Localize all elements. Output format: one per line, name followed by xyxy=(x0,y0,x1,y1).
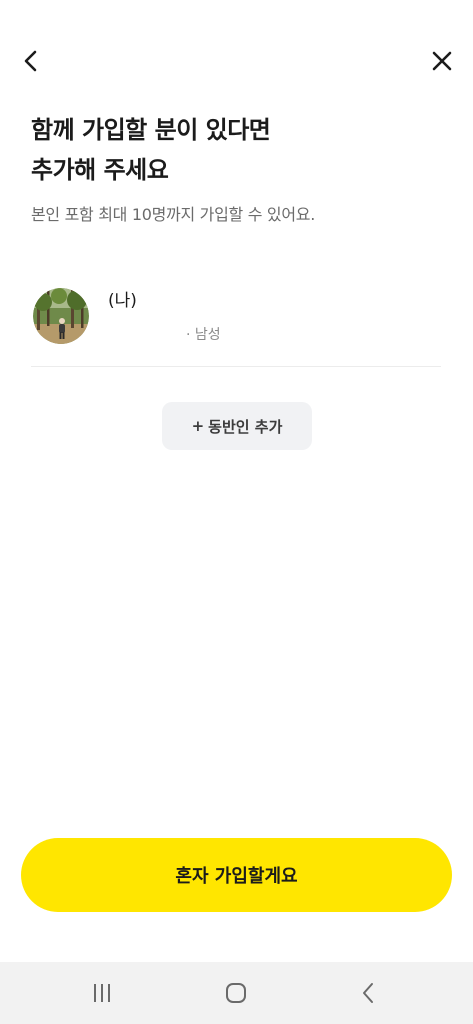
join-alone-label: 혼자 가입할게요 xyxy=(175,866,298,887)
page-title-line1: 함께 가입할 분이 있다면 xyxy=(31,116,271,144)
page-title-line2: 추가해 주세요 xyxy=(31,156,169,184)
back-icon xyxy=(363,983,373,1003)
page-title: 함께 가입할 분이 있다면 추가해 주세요 xyxy=(31,110,451,190)
back-button[interactable] xyxy=(14,44,48,78)
member-gender: · 남성 xyxy=(186,327,221,343)
nav-back-button[interactable] xyxy=(348,976,388,1010)
member-name: (나) xyxy=(108,291,137,311)
add-companion-button[interactable]: + 동반인 추가 xyxy=(162,402,312,450)
home-icon xyxy=(226,983,246,1003)
recent-apps-button[interactable] xyxy=(82,976,122,1010)
avatar xyxy=(33,288,89,344)
system-nav-bar xyxy=(0,962,473,1024)
recent-apps-icon xyxy=(94,984,110,1002)
close-icon xyxy=(432,51,452,71)
chevron-left-icon xyxy=(24,50,37,72)
profile-photo xyxy=(33,288,89,344)
page-subtitle: 본인 포함 최대 10명까지 가입할 수 있어요. xyxy=(31,205,315,224)
signup-companion-screen: 함께 가입할 분이 있다면 추가해 주세요 본인 포함 최대 10명까지 가입할… xyxy=(0,0,473,1024)
home-button[interactable] xyxy=(216,976,256,1010)
join-alone-button[interactable]: 혼자 가입할게요 xyxy=(21,838,452,912)
member-list-item[interactable]: (나) · 남성 xyxy=(31,284,441,367)
plus-icon: + xyxy=(191,417,205,435)
add-companion-label: 동반인 추가 xyxy=(208,417,283,436)
close-button[interactable] xyxy=(425,44,459,78)
top-bar xyxy=(0,0,473,100)
